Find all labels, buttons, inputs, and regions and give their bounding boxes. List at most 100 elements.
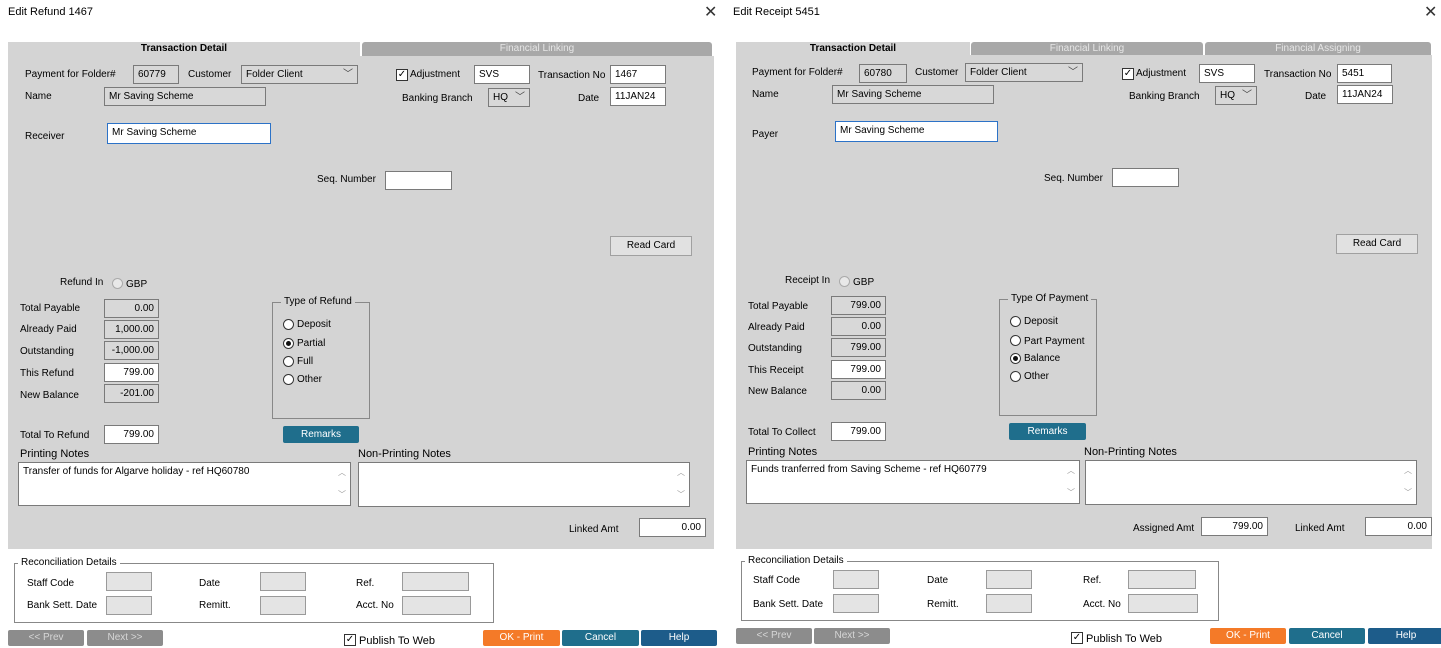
remitt-field[interactable] — [260, 596, 306, 615]
scroll-up-icon[interactable]: ︿ — [1401, 465, 1415, 477]
printing-notes-textarea[interactable]: Funds tranferred from Saving Scheme - re… — [746, 460, 1080, 504]
ref-field[interactable] — [1128, 570, 1196, 589]
linked-amt-field[interactable]: 0.00 — [1365, 517, 1432, 536]
scroll-up-icon[interactable]: ︿ — [335, 467, 349, 479]
bank-sett-date-field[interactable] — [106, 596, 152, 615]
cancel-button[interactable]: Cancel — [562, 630, 639, 646]
remarks-button[interactable]: Remarks — [283, 426, 359, 443]
publish-to-web-label: Publish To Web — [359, 635, 436, 647]
receiver-field[interactable]: Mr Saving Scheme — [107, 123, 271, 144]
this-receipt-field[interactable]: 799.00 — [831, 360, 886, 379]
scroll-up-icon[interactable]: ︿ — [1064, 465, 1078, 477]
ok-print-button[interactable]: OK - Print — [1210, 628, 1286, 644]
seq-number-field[interactable] — [1112, 168, 1179, 187]
tab-transaction-detail[interactable]: Transaction Detail — [736, 42, 970, 56]
transaction-no-field[interactable]: 1467 — [610, 65, 666, 84]
total-to-refund-field[interactable]: 799.00 — [104, 425, 159, 444]
help-button[interactable]: Help — [1368, 628, 1441, 644]
type-full-radio[interactable] — [283, 356, 294, 367]
remarks-button[interactable]: Remarks — [1009, 423, 1086, 440]
prev-button[interactable]: << Prev — [8, 630, 84, 646]
customer-select[interactable]: Folder Client ﹀ — [965, 63, 1083, 82]
new-balance-field[interactable]: 0.00 — [831, 381, 886, 400]
this-refund-field[interactable]: 799.00 — [104, 363, 159, 382]
tab-financial-linking[interactable]: Financial Linking — [362, 42, 712, 56]
scroll-down-icon[interactable]: ﹀ — [1064, 487, 1078, 499]
payment-for-folder-label: Payment for Folder# — [25, 69, 116, 80]
total-payable-field[interactable]: 0.00 — [104, 299, 159, 318]
type-partial-radio[interactable] — [283, 338, 294, 349]
adjustment-code-field[interactable]: SVS — [1199, 64, 1255, 83]
currency-radio[interactable] — [112, 278, 123, 289]
name-field[interactable]: Mr Saving Scheme — [832, 85, 994, 104]
staff-code-field[interactable] — [106, 572, 152, 591]
already-paid-field[interactable]: 0.00 — [831, 317, 886, 336]
recon-date-field[interactable] — [986, 570, 1032, 589]
name-label: Name — [25, 91, 52, 102]
ref-field[interactable] — [402, 572, 469, 591]
type-deposit-radio[interactable] — [283, 319, 294, 330]
tab-transaction-detail[interactable]: Transaction Detail — [8, 42, 360, 56]
non-printing-notes-textarea[interactable]: ︿ ﹀ — [358, 462, 690, 507]
payer-field[interactable]: Mr Saving Scheme — [835, 121, 998, 142]
type-balance-radio[interactable] — [1010, 353, 1021, 364]
remitt-field[interactable] — [986, 594, 1032, 613]
customer-select[interactable]: Folder Client ﹀ — [241, 65, 358, 84]
new-balance-label: New Balance — [748, 386, 807, 397]
currency-radio[interactable] — [839, 276, 850, 287]
seq-number-field[interactable] — [385, 171, 452, 190]
publish-to-web-checkbox[interactable]: ✓ — [1071, 632, 1083, 644]
printing-notes-textarea[interactable]: Transfer of funds for Algarve holiday - … — [18, 462, 351, 506]
read-card-button[interactable]: Read Card — [1336, 234, 1418, 254]
publish-to-web-checkbox[interactable]: ✓ — [344, 634, 356, 646]
folder-number-field[interactable]: 60780 — [859, 64, 907, 83]
outstanding-label: Outstanding — [748, 343, 802, 354]
total-to-collect-field[interactable]: 799.00 — [831, 422, 886, 441]
outstanding-field[interactable]: -1,000.00 — [104, 341, 159, 360]
close-icon[interactable]: ✕ — [1424, 2, 1437, 22]
assigned-amt-field[interactable]: 799.00 — [1201, 517, 1268, 536]
ok-print-button[interactable]: OK - Print — [483, 630, 560, 646]
next-button[interactable]: Next >> — [814, 628, 890, 644]
date-field[interactable]: 11JAN24 — [610, 87, 666, 106]
prev-button[interactable]: << Prev — [736, 628, 812, 644]
folder-number-field[interactable]: 60779 — [133, 65, 179, 84]
bank-sett-date-field[interactable] — [833, 594, 879, 613]
next-button[interactable]: Next >> — [87, 630, 163, 646]
outstanding-field[interactable]: 799.00 — [831, 338, 886, 357]
close-icon[interactable]: ✕ — [704, 2, 717, 22]
new-balance-label: New Balance — [20, 390, 79, 401]
help-button[interactable]: Help — [641, 630, 717, 646]
scroll-down-icon[interactable]: ﹀ — [1401, 487, 1415, 499]
type-part-payment-radio[interactable] — [1010, 335, 1021, 346]
cancel-button[interactable]: Cancel — [1289, 628, 1365, 644]
tab-financial-linking[interactable]: Financial Linking — [971, 42, 1203, 56]
transaction-no-field[interactable]: 5451 — [1337, 64, 1392, 83]
acct-no-field[interactable] — [402, 596, 471, 615]
adjustment-checkbox[interactable]: ✓ — [396, 69, 408, 81]
type-other-radio[interactable] — [1010, 371, 1021, 382]
acct-no-field[interactable] — [1128, 594, 1198, 613]
type-deposit-radio[interactable] — [1010, 316, 1021, 327]
tab-financial-assigning[interactable]: Financial Assigning — [1205, 42, 1431, 56]
banking-branch-select[interactable]: HQ ﹀ — [1215, 86, 1257, 105]
customer-label: Customer — [915, 67, 959, 78]
staff-code-field[interactable] — [833, 570, 879, 589]
name-field[interactable]: Mr Saving Scheme — [104, 87, 266, 106]
adjustment-checkbox[interactable]: ✓ — [1122, 68, 1134, 80]
read-card-button[interactable]: Read Card — [610, 236, 692, 256]
date-field[interactable]: 11JAN24 — [1337, 85, 1393, 104]
scroll-down-icon[interactable]: ﹀ — [335, 489, 349, 501]
non-printing-notes-textarea[interactable]: ︿ ﹀ — [1085, 460, 1417, 505]
new-balance-field[interactable]: -201.00 — [104, 384, 159, 403]
type-other-radio[interactable] — [283, 374, 294, 385]
type-part-payment-label: Part Payment — [1024, 336, 1085, 347]
adjustment-code-field[interactable]: SVS — [474, 65, 530, 84]
linked-amt-field[interactable]: 0.00 — [639, 518, 706, 537]
already-paid-field[interactable]: 1,000.00 — [104, 320, 159, 339]
banking-branch-select[interactable]: HQ ﹀ — [488, 88, 530, 107]
recon-date-field[interactable] — [260, 572, 306, 591]
scroll-up-icon[interactable]: ︿ — [674, 467, 688, 479]
scroll-down-icon[interactable]: ﹀ — [674, 489, 688, 501]
total-payable-field[interactable]: 799.00 — [831, 296, 886, 315]
